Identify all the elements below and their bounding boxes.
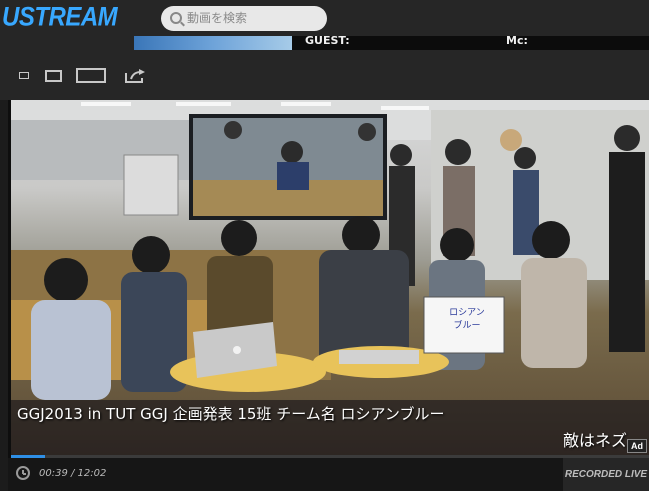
caption-title: GGJ2013 in TUT GGJ 企画発表 15班 チーム名 ロシアンブルー <box>17 405 445 423</box>
playback-time: 00:39 / 12:02 <box>39 468 107 479</box>
banner-guest-text: GUEST: <box>305 36 350 47</box>
caption-subtitle: 敵はネズ <box>562 431 627 450</box>
player-size-small-icon[interactable] <box>19 72 29 79</box>
video-caption-overlay: GGJ2013 in TUT GGJ 企画発表 15班 チーム名 ロシアンブルー… <box>11 400 649 455</box>
player-size-medium-icon[interactable] <box>45 70 62 82</box>
clock-icon <box>16 466 30 480</box>
search-icon <box>170 12 182 24</box>
banner-mc-text: Mc: <box>506 36 528 47</box>
share-icon[interactable] <box>125 69 147 83</box>
player-controls: 00:39 / 12:02 RECORDED LIVE <box>8 458 649 491</box>
sign-text: ロシアン ブルー <box>449 308 485 331</box>
recorded-live-badge: RECORDED LIVE <box>563 458 649 491</box>
player-toolbar <box>0 50 649 100</box>
promo-banner[interactable]: GUEST: Mc: <box>134 36 649 50</box>
ustream-logo[interactable]: USTREAM <box>2 3 118 34</box>
banner-thumbnail <box>134 36 292 50</box>
search-box[interactable] <box>161 6 327 31</box>
ad-badge[interactable]: Ad <box>627 439 647 453</box>
search-input[interactable] <box>185 10 319 26</box>
video-player[interactable]: ロシアン ブルー GGJ2013 in TUT GGJ 企画発表 15班 チーム… <box>8 100 649 491</box>
player-size-large-icon[interactable] <box>76 68 106 83</box>
